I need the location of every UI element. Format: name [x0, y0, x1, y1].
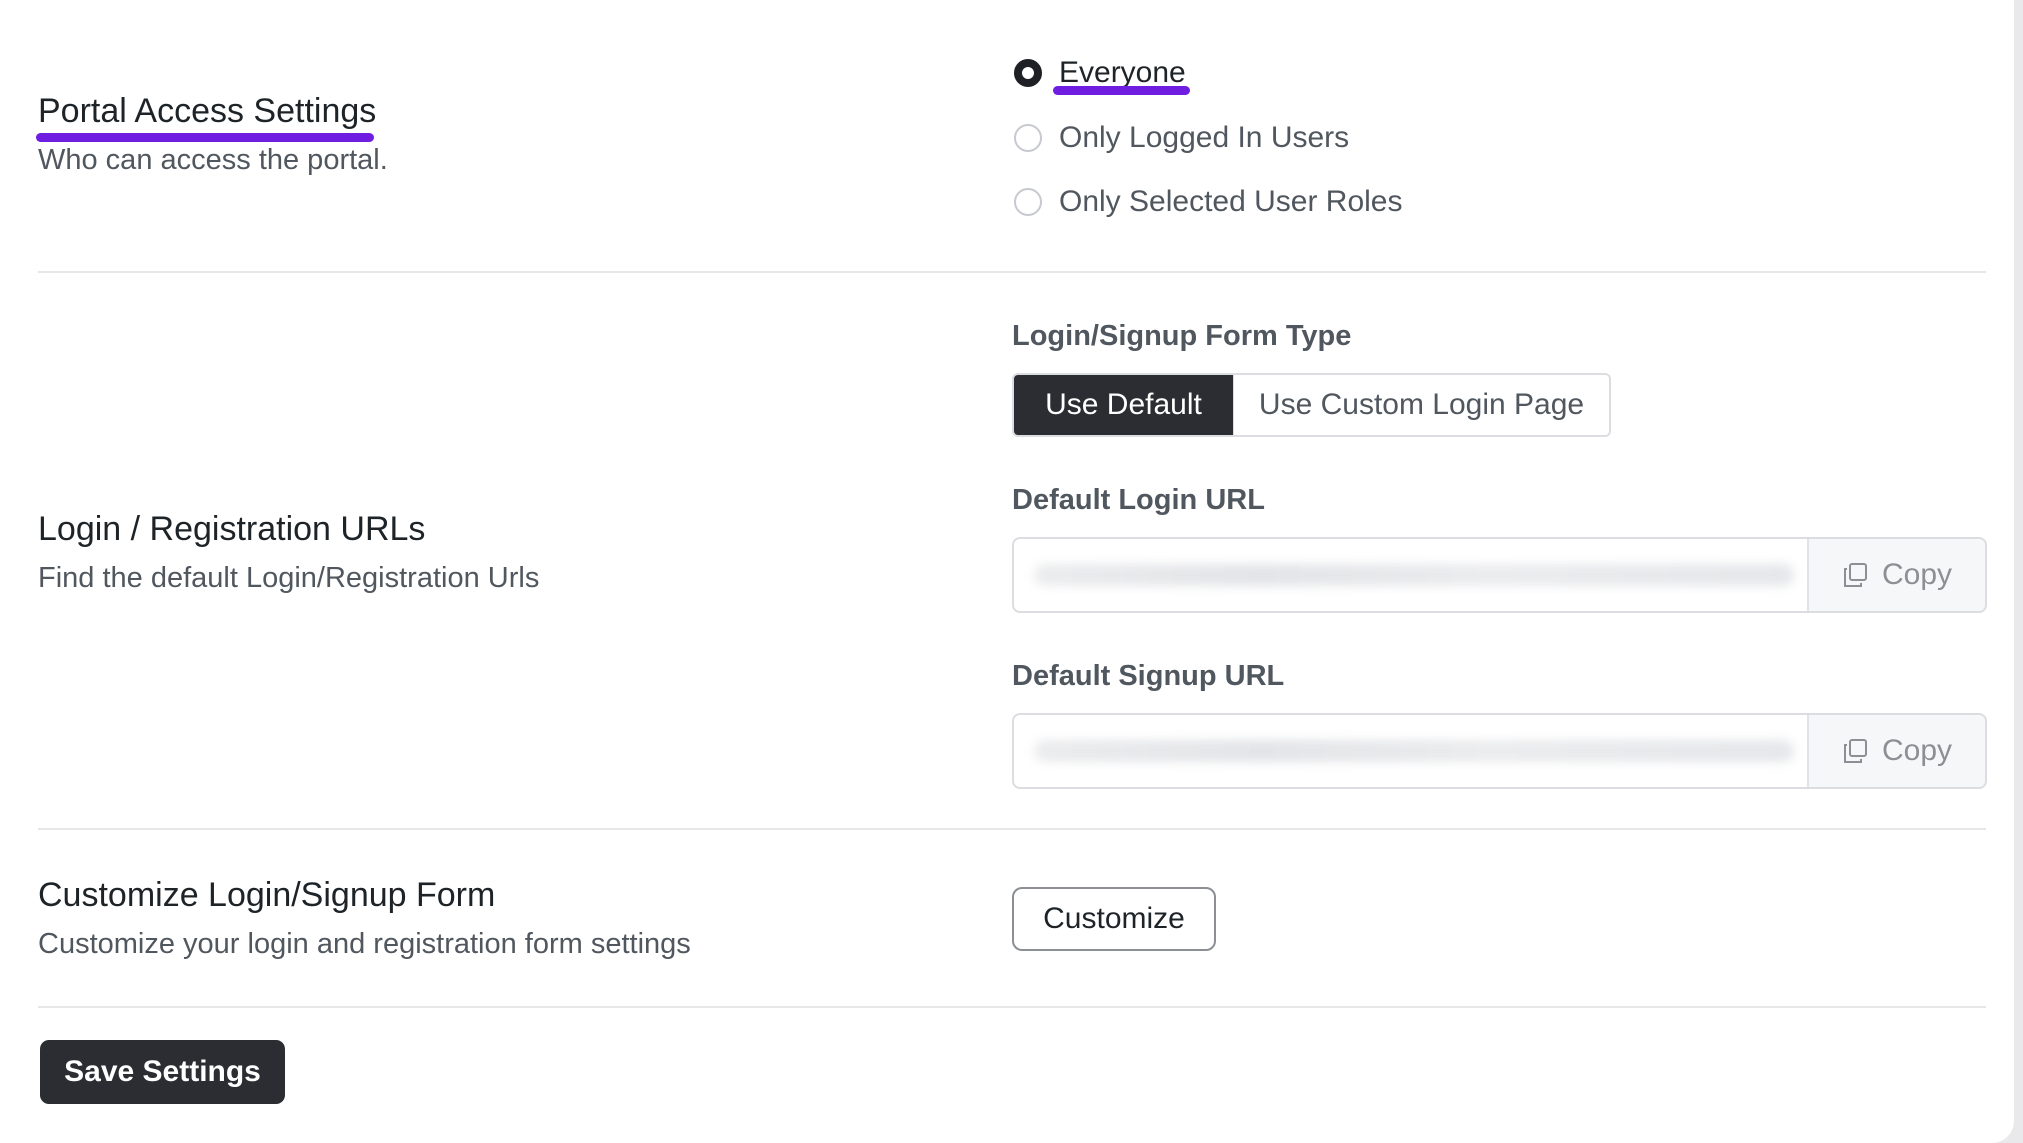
copy-label: Copy: [1881, 558, 1953, 591]
default-login-url-label: Default Login URL: [1012, 484, 1265, 516]
title-underline-mark: [36, 133, 374, 142]
copy-login-url-button[interactable]: Copy: [1807, 539, 1985, 611]
copy-icon: [1843, 739, 1867, 763]
default-signup-url-label: Default Signup URL: [1012, 660, 1285, 692]
use-default-button[interactable]: Use Default: [1014, 375, 1233, 435]
copy-signup-url-button[interactable]: Copy: [1807, 715, 1985, 787]
blurred-url-value: [1034, 564, 1794, 586]
radio-label-selected-roles: Only Selected User Roles: [1059, 185, 1403, 218]
radio-checked-icon[interactable]: [1014, 59, 1042, 87]
radio-unchecked-icon[interactable]: [1014, 188, 1042, 216]
customize-button[interactable]: Customize: [1012, 887, 1216, 951]
section-divider: [38, 828, 1986, 830]
default-signup-url-group: Copy: [1012, 713, 1987, 789]
default-login-url-field[interactable]: [1014, 539, 1807, 611]
radio-option-selected-roles[interactable]: Only Selected User Roles: [1014, 185, 1402, 219]
copy-icon: [1843, 563, 1867, 587]
default-signup-url-field[interactable]: [1014, 715, 1807, 787]
radio-label-everyone: Everyone: [1059, 56, 1186, 89]
use-custom-login-page-button[interactable]: Use Custom Login Page: [1233, 375, 1609, 435]
blurred-url-value: [1034, 740, 1794, 762]
default-login-url-group: Copy: [1012, 537, 1987, 613]
radio-option-logged-in[interactable]: Only Logged In Users: [1014, 121, 1349, 155]
copy-label: Copy: [1881, 734, 1953, 767]
customize-form-title: Customize Login/Signup Form: [38, 876, 496, 914]
radio-unchecked-icon[interactable]: [1014, 124, 1042, 152]
option-underline-mark: [1053, 86, 1190, 95]
settings-panel: Portal Access Settings Who can access th…: [0, 0, 2014, 1143]
portal-access-description: Who can access the portal.: [38, 144, 388, 176]
radio-option-everyone[interactable]: Everyone: [1014, 56, 1186, 90]
login-urls-title: Login / Registration URLs: [38, 510, 426, 548]
section-divider: [38, 1006, 1986, 1008]
radio-label-logged-in: Only Logged In Users: [1059, 121, 1350, 154]
section-divider: [38, 271, 1986, 273]
form-type-label: Login/Signup Form Type: [1012, 320, 1352, 352]
form-type-toggle: Use Default Use Custom Login Page: [1012, 373, 1611, 437]
portal-access-title: Portal Access Settings: [38, 92, 377, 130]
customize-form-description: Customize your login and registration fo…: [38, 928, 691, 960]
save-settings-button[interactable]: Save Settings: [40, 1040, 285, 1104]
login-urls-description: Find the default Login/Registration Urls: [38, 562, 540, 594]
